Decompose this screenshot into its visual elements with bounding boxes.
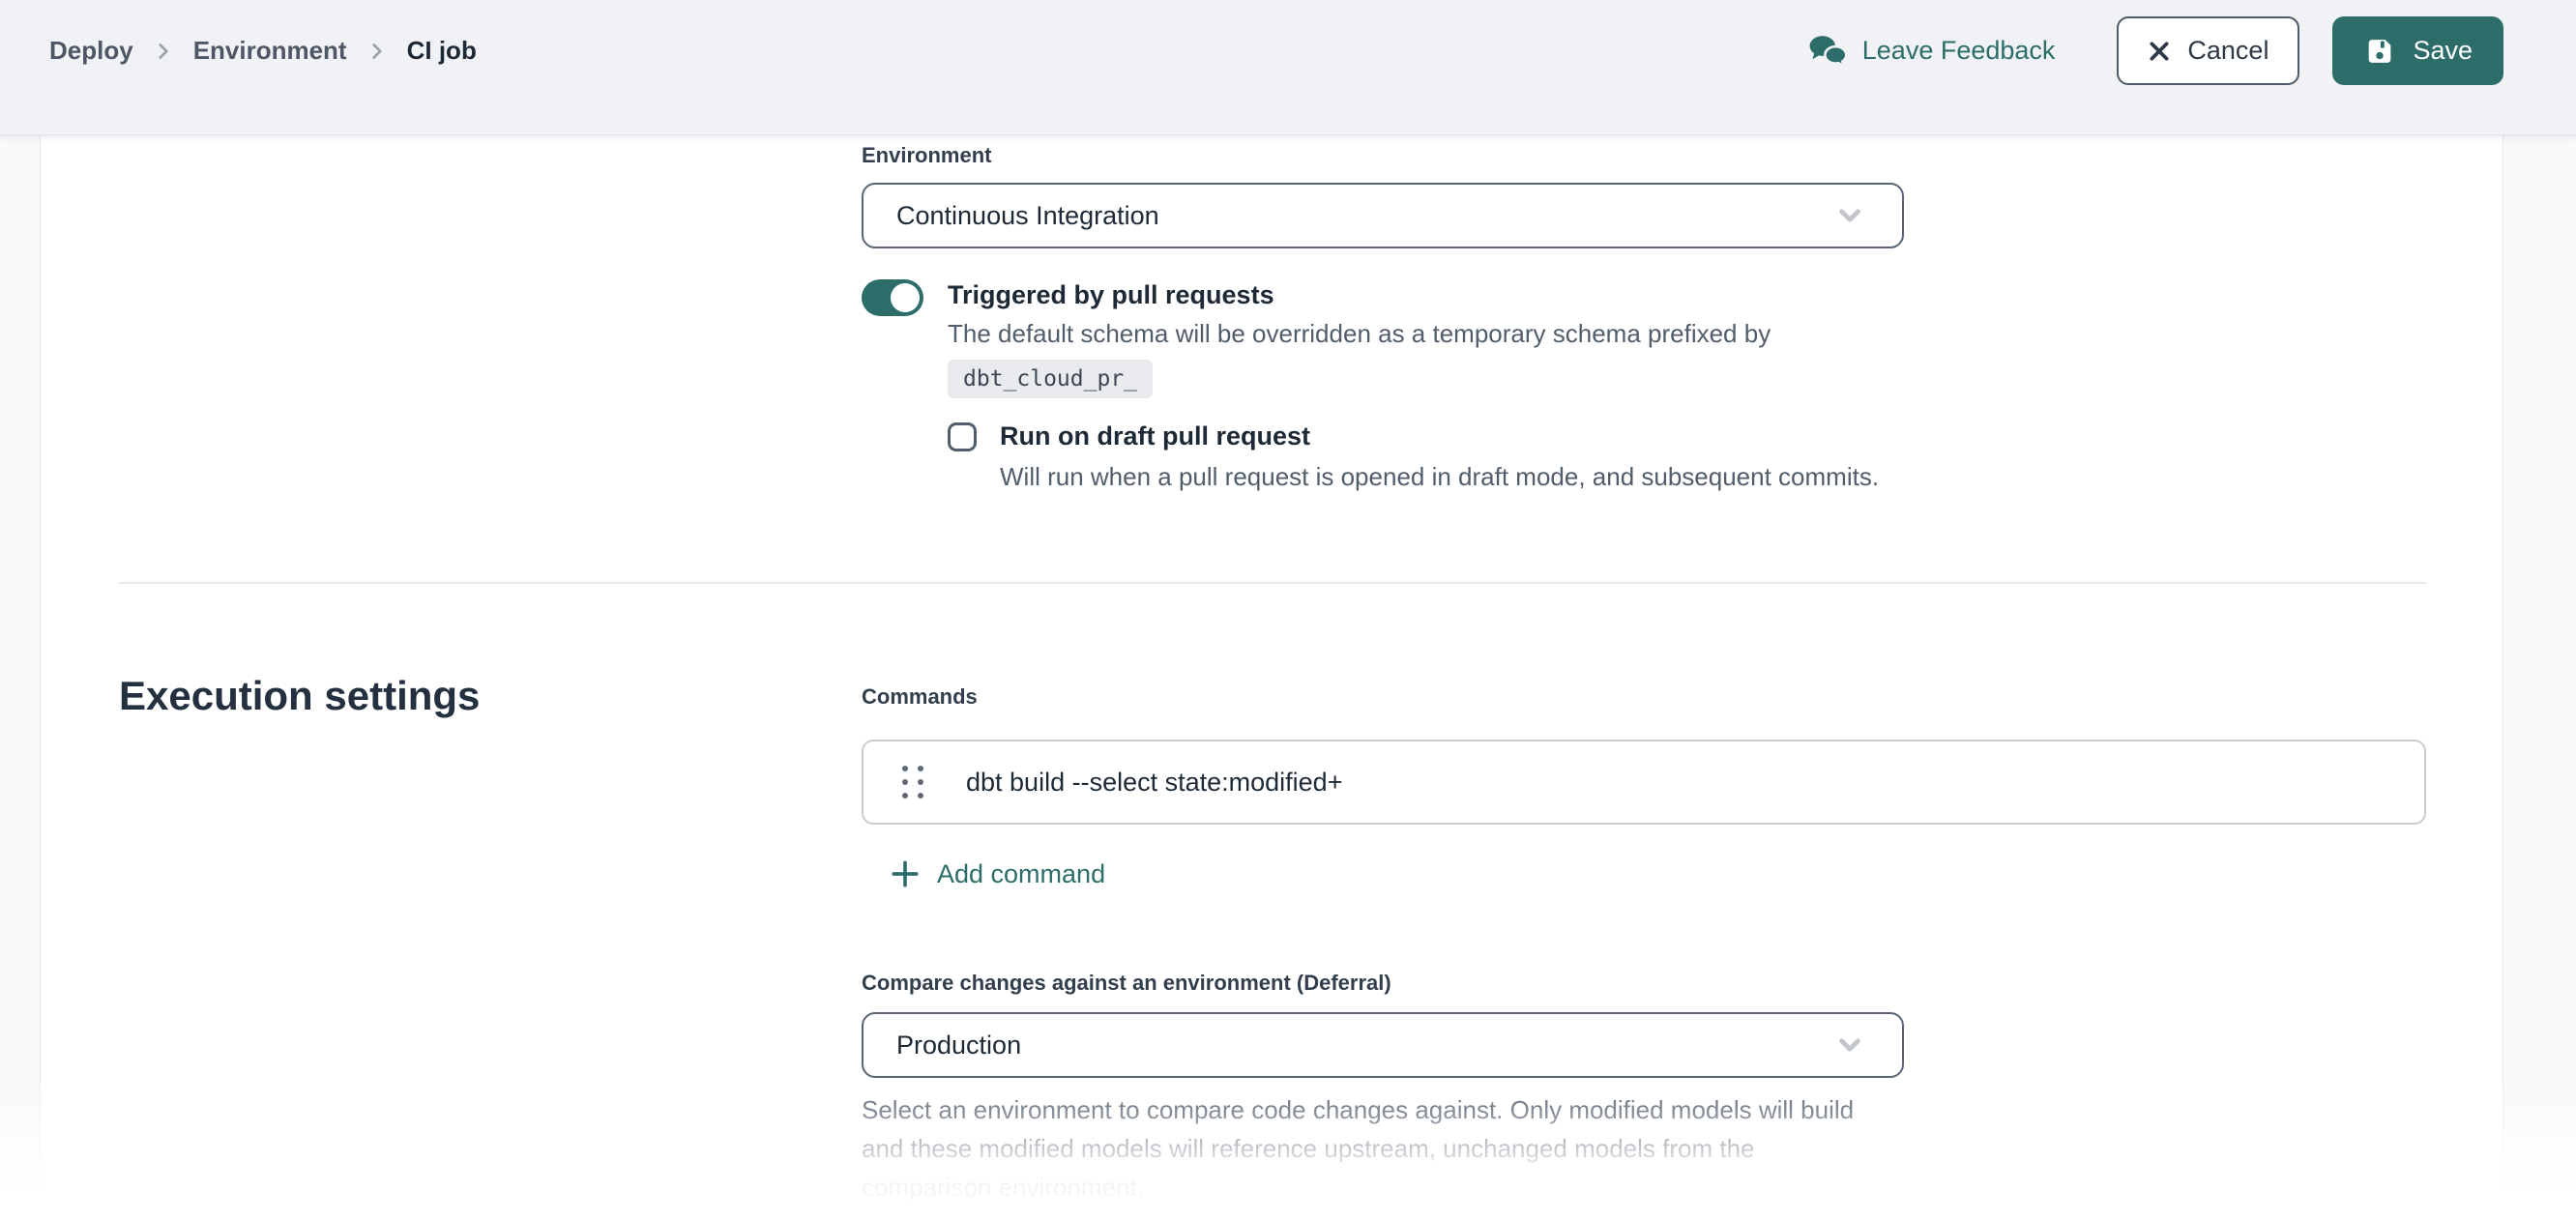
save-icon xyxy=(2363,35,2396,68)
draft-pr-text: Run on draft pull request Will run when … xyxy=(1000,421,1879,493)
environment-field-label: Environment xyxy=(862,143,991,168)
breadcrumb-item-environment[interactable]: Environment xyxy=(193,36,347,66)
command-row[interactable]: dbt build --select state:modified+ xyxy=(862,740,2426,825)
cancel-button[interactable]: Cancel xyxy=(2117,16,2299,85)
deferral-description-line: comparison environment. xyxy=(862,1168,1983,1206)
pr-trigger-description: The default schema will be overridden as… xyxy=(948,317,1771,350)
breadcrumb-item-deploy[interactable]: Deploy xyxy=(49,36,133,66)
drag-handle-icon[interactable] xyxy=(902,766,923,799)
draft-pr-row: Run on draft pull request Will run when … xyxy=(948,421,1879,493)
save-button[interactable]: Save xyxy=(2332,16,2503,85)
command-input[interactable]: dbt build --select state:modified+ xyxy=(966,768,1342,798)
pr-trigger-toggle[interactable] xyxy=(862,279,923,316)
draft-pr-checkbox[interactable] xyxy=(948,422,977,451)
deferral-field-label: Compare changes against an environment (… xyxy=(862,971,1391,996)
draft-pr-description: Will run when a pull request is opened i… xyxy=(1000,460,1879,493)
breadcrumb-item-ci-job: CI job xyxy=(407,36,477,66)
environment-select[interactable]: Continuous Integration xyxy=(862,183,1904,248)
pr-trigger-text: Triggered by pull requests The default s… xyxy=(948,279,1771,398)
job-settings-panel: Environment Continuous Integration Trigg… xyxy=(40,135,2503,1220)
deferral-select[interactable]: Production xyxy=(862,1012,1904,1078)
schema-prefix-code: dbt_cloud_pr_ xyxy=(948,360,1153,398)
add-command-label: Add command xyxy=(937,859,1105,889)
breadcrumb: Deploy Environment CI job xyxy=(49,16,477,85)
deferral-description-line: and these modified models will reference… xyxy=(862,1129,1983,1168)
section-divider xyxy=(118,582,2427,584)
deferral-description: Select an environment to compare code ch… xyxy=(862,1090,1983,1206)
pr-trigger-row: Triggered by pull requests The default s… xyxy=(862,279,1771,398)
top-bar-actions: Leave Feedback Cancel Save xyxy=(1807,16,2503,85)
toggle-knob xyxy=(891,283,920,312)
breadcrumb-separator-icon xyxy=(366,41,388,62)
close-icon xyxy=(2148,40,2171,63)
save-button-label: Save xyxy=(2413,36,2473,66)
environment-select-value: Continuous Integration xyxy=(896,201,1159,231)
cancel-button-label: Cancel xyxy=(2187,36,2269,66)
chevron-down-icon xyxy=(1832,1028,1867,1062)
leave-feedback-link[interactable]: Leave Feedback xyxy=(1807,33,2056,70)
pr-trigger-label: Triggered by pull requests xyxy=(948,279,1771,310)
draft-pr-label: Run on draft pull request xyxy=(1000,421,1879,451)
top-bar: Deploy Environment CI job Leave Feedback… xyxy=(0,0,2576,135)
commands-field-label: Commands xyxy=(862,684,978,710)
breadcrumb-separator-icon xyxy=(153,41,174,62)
execution-settings-title: Execution settings xyxy=(119,673,480,719)
deferral-select-value: Production xyxy=(896,1031,1021,1060)
chevron-down-icon xyxy=(1832,198,1867,233)
plus-icon xyxy=(890,858,921,889)
add-command-button[interactable]: Add command xyxy=(890,858,1105,889)
feedback-chat-icon xyxy=(1807,33,1848,70)
leave-feedback-label: Leave Feedback xyxy=(1862,36,2056,66)
deferral-description-line: Select an environment to compare code ch… xyxy=(862,1090,1983,1129)
